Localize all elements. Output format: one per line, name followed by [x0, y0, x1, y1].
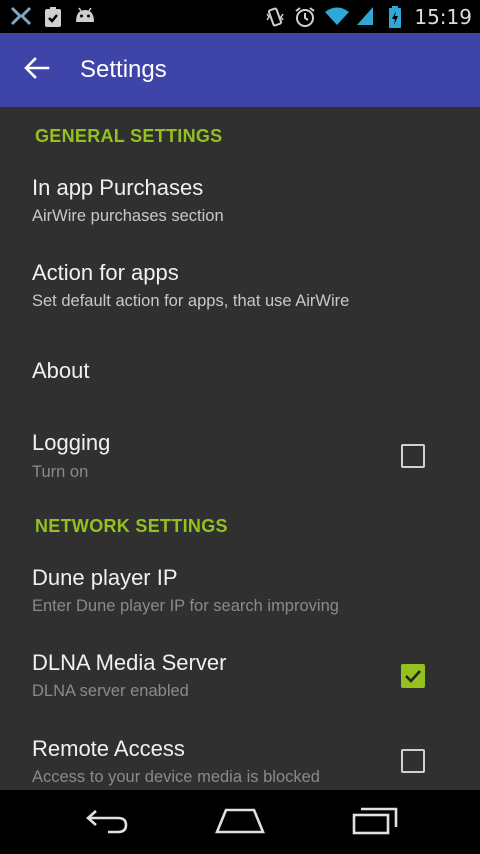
- pref-about[interactable]: About: [0, 332, 480, 412]
- clipboard-check-icon: [42, 6, 64, 28]
- pref-summary: Turn on: [32, 463, 89, 481]
- nav-home-button[interactable]: [190, 790, 290, 854]
- settings-list[interactable]: GENERAL SETTINGS In app Purchases AirWir…: [0, 107, 480, 790]
- back-button[interactable]: [0, 33, 74, 107]
- checkmark-icon: [405, 670, 421, 683]
- pref-title: Logging: [32, 430, 111, 455]
- signal-icon: [354, 6, 376, 28]
- page-title: Settings: [80, 56, 167, 83]
- notification-icons: [0, 6, 96, 28]
- pref-dune-player-ip[interactable]: Dune player IP Enter Dune player IP for …: [0, 552, 480, 637]
- section-header-network: NETWORK SETTINGS: [35, 516, 228, 536]
- nav-back-button[interactable]: [57, 790, 157, 854]
- vibrate-icon: [264, 6, 286, 28]
- app-bar: Settings: [0, 33, 480, 107]
- clock: 15:19: [414, 4, 472, 29]
- pref-title: About: [32, 358, 90, 383]
- pref-summary: AirWire purchases section: [32, 207, 224, 225]
- pref-remote-access[interactable]: Remote Access Access to your device medi…: [0, 722, 480, 790]
- pref-in-app-purchases[interactable]: In app Purchases AirWire purchases secti…: [0, 162, 480, 247]
- system-icons: 15:19: [264, 5, 480, 29]
- pref-title: In app Purchases: [32, 175, 204, 200]
- pref-summary: DLNA server enabled: [32, 682, 189, 700]
- battery-charging-icon: [384, 5, 406, 28]
- navigation-bar: [0, 790, 480, 854]
- pref-action-for-apps[interactable]: Action for apps Set default action for a…: [0, 247, 480, 332]
- pref-title: Action for apps: [32, 260, 179, 285]
- pref-logging[interactable]: Logging Turn on: [0, 412, 480, 497]
- pref-summary: Access to your device media is blocked: [32, 768, 320, 786]
- wifi-icon: [324, 6, 350, 28]
- pref-title: Dune player IP: [32, 565, 178, 590]
- pref-summary: Set default action for apps, that use Ai…: [32, 292, 350, 310]
- pref-dlna-media-server[interactable]: DLNA Media Server DLNA server enabled: [0, 637, 480, 722]
- arrow-left-icon: [24, 56, 50, 84]
- alarm-icon: [294, 6, 316, 28]
- dlna-checkbox[interactable]: [401, 664, 425, 688]
- nav-recents-button[interactable]: [325, 790, 425, 854]
- remote-access-checkbox[interactable]: [401, 749, 425, 773]
- status-bar: 15:19: [0, 0, 480, 33]
- pref-title: DLNA Media Server: [32, 650, 227, 675]
- back-icon: [84, 805, 130, 840]
- recents-icon: [351, 805, 399, 840]
- pref-summary: Enter Dune player IP for search improvin…: [32, 597, 339, 615]
- x-app-icon: [10, 6, 32, 28]
- section-header-general: GENERAL SETTINGS: [35, 126, 223, 146]
- logging-checkbox[interactable]: [401, 444, 425, 468]
- home-icon: [214, 806, 266, 839]
- android-icon: [74, 6, 96, 28]
- pref-title: Remote Access: [32, 736, 185, 761]
